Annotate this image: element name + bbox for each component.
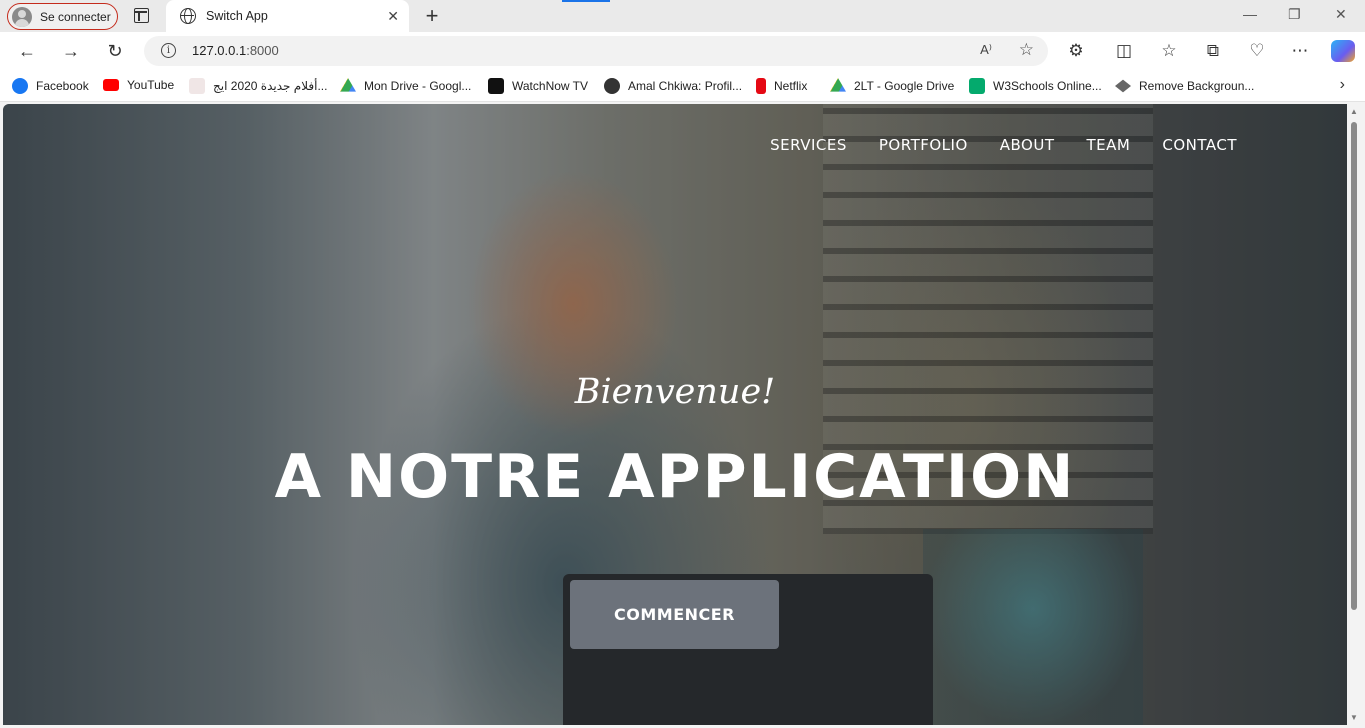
page-viewport: SERVICES PORTFOLIO ABOUT TEAM CONTACT Bi… [3,104,1347,725]
site-icon [189,78,205,94]
split-screen-icon[interactable]: ◫ [1113,40,1135,62]
back-button[interactable]: ← [16,40,38,62]
netflix-icon [756,78,766,94]
bookmarks-bar: Facebook YouTube أفلام جديدة 2020 ايج...… [0,70,1365,102]
tab-close-icon[interactable]: ✕ [387,8,399,25]
nav-team[interactable]: TEAM [1087,136,1131,154]
globe-icon [180,8,196,24]
profile-label: Se connecter [40,9,111,24]
scroll-up-icon[interactable]: ▲ [1350,107,1358,116]
bookmarks-overflow-icon[interactable]: › [1340,76,1345,94]
bookmark-remove-bg[interactable]: Remove Backgroun... [1115,78,1254,94]
tab-switch-app[interactable]: Switch App ✕ [166,0,409,32]
address-toolbar: ← → ↻ i 127.0.0.1:8000 A⁾ ☆ ⚙ ◫ ☆ ⧉ ♡ ⋯ [0,32,1365,70]
hero-subtitle: Bienvenue! [574,372,776,412]
new-tab-button[interactable]: + [422,3,442,29]
w3schools-icon [969,78,985,94]
favorite-star-icon[interactable]: ☆ [1019,40,1034,60]
page-scrollbar[interactable]: ▲ ▼ [1347,104,1361,725]
collections-icon[interactable]: ⧉ [1202,40,1224,62]
bookmark-aflam[interactable]: أفلام جديدة 2020 ايج... [189,78,327,94]
hero-title: A NOTRE APPLICATION [274,442,1076,512]
url-text[interactable]: 127.0.0.1:8000 [192,43,279,58]
read-aloud-icon[interactable]: A⁾ [980,42,992,58]
facebook-icon [12,78,28,94]
forward-button[interactable]: → [60,40,82,62]
nav-services[interactable]: SERVICES [770,136,847,154]
bookmark-mon-drive[interactable]: Mon Drive - Googl... [340,78,471,94]
more-menu-icon[interactable]: ⋯ [1289,40,1311,62]
remove-bg-icon [1115,79,1131,93]
scroll-down-icon[interactable]: ▼ [1350,713,1358,722]
site-info-icon[interactable]: i [161,43,176,58]
nav-about[interactable]: ABOUT [1000,136,1055,154]
watchnow-icon [488,78,504,94]
google-drive-icon [340,78,356,92]
google-drive-icon [830,78,846,92]
browser-essentials-icon[interactable]: ♡ [1246,40,1268,62]
bookmark-2lt-drive[interactable]: 2LT - Google Drive [830,78,954,94]
scrollbar-thumb[interactable] [1351,122,1357,610]
extensions-icon[interactable]: ⚙ [1065,40,1087,62]
refresh-button[interactable]: ↻ [104,40,126,62]
nav-portfolio[interactable]: PORTFOLIO [879,136,968,154]
nav-contact[interactable]: CONTACT [1162,136,1237,154]
bookmark-youtube[interactable]: YouTube [103,78,174,92]
site-nav: SERVICES PORTFOLIO ABOUT TEAM CONTACT [738,136,1237,154]
medium-icon [604,78,620,94]
title-bar: Se connecter Switch App ✕ + — ❐ ✕ [0,0,1365,32]
close-window-button[interactable]: ✕ [1335,6,1347,23]
favorites-icon[interactable]: ☆ [1158,40,1180,62]
copilot-icon[interactable] [1331,40,1355,62]
restore-button[interactable]: ❐ [1288,6,1301,23]
bookmark-w3schools[interactable]: W3Schools Online... [969,78,1102,94]
profile-button[interactable]: Se connecter [7,3,118,30]
minimize-button[interactable]: — [1243,6,1257,22]
tab-actions-icon[interactable] [134,8,149,23]
bookmark-facebook[interactable]: Facebook [12,78,89,94]
bookmark-netflix[interactable]: Netflix [756,78,807,94]
accent-line [562,0,610,2]
avatar-icon [12,6,32,27]
address-bar[interactable]: i 127.0.0.1:8000 A⁾ ☆ [144,36,1048,66]
youtube-icon [103,79,119,91]
tab-title: Switch App [206,9,268,23]
bookmark-amal-chkiwa[interactable]: Amal Chkiwa: Profil... [604,78,742,94]
commencer-button[interactable]: COMMENCER [570,580,779,649]
bookmark-watchnow[interactable]: WatchNow TV [488,78,588,94]
